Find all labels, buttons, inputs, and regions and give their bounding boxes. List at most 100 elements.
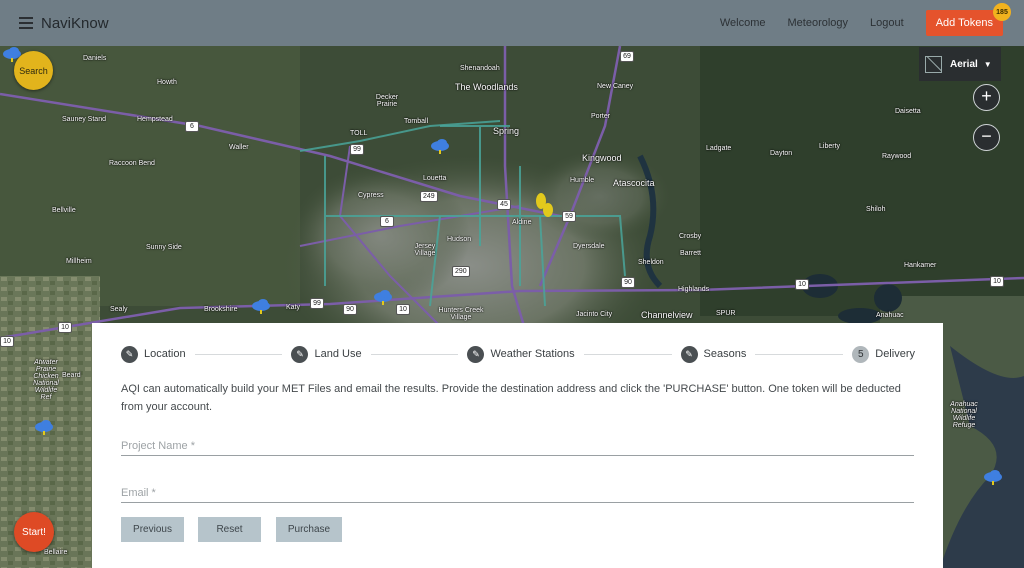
start-button[interactable]: Start!: [14, 512, 54, 552]
map-label: Katy: [286, 304, 301, 311]
weather-station-cloud-icon[interactable]: [34, 419, 54, 435]
layers-icon: [925, 55, 942, 73]
pencil-icon: ✎: [467, 345, 485, 363]
map-label: Bellaire: [44, 549, 68, 556]
map-label: Anahuac: [876, 312, 904, 319]
menu-icon[interactable]: [19, 17, 33, 29]
step-connector: [194, 353, 283, 355]
map-label: Highlands: [678, 286, 710, 293]
add-tokens-button[interactable]: Add Tokens 185: [925, 3, 1011, 36]
add-tokens-label: Add Tokens: [935, 17, 993, 29]
map-label: Decker Prairie: [375, 94, 399, 108]
pencil-icon: ✎: [291, 345, 309, 363]
map-label: Hudson: [447, 236, 472, 243]
email-placeholder: Email *: [121, 487, 156, 499]
map-label: Humble: [570, 177, 595, 184]
weather-station-cloud-icon[interactable]: [251, 298, 271, 314]
map-label: Hunters Creek Village: [438, 307, 484, 321]
map-label: Shenandoah: [460, 65, 500, 72]
map-label: Porter: [591, 113, 611, 120]
step-label: Land Use: [314, 348, 362, 360]
previous-button[interactable]: Previous: [121, 517, 184, 542]
highway-shield: 69: [620, 51, 634, 62]
map-label: Liberty: [819, 143, 841, 150]
map-label: Aldine: [512, 219, 532, 226]
top-nav: Welcome Meteorology Logout Add Tokens 18…: [720, 0, 1024, 46]
pencil-icon: ✎: [680, 345, 698, 363]
map-label: Sheldon: [638, 259, 664, 266]
pencil-icon: ✎: [121, 345, 138, 363]
map-label: Shiloh: [866, 206, 886, 213]
map-label: Brookshire: [204, 306, 238, 313]
map-label: Louetta: [423, 175, 447, 182]
step-weather-stations[interactable]: ✎ Weather Stations: [467, 345, 575, 363]
step-label: Location: [144, 348, 186, 360]
map-label: Crosby: [679, 233, 702, 240]
nav-meteorology-link[interactable]: Meteorology: [788, 17, 849, 29]
purchase-button[interactable]: Purchase: [276, 517, 342, 542]
map-label: The Woodlands: [455, 82, 518, 92]
zoom-in-button[interactable]: +: [973, 84, 1000, 111]
highway-shield: 10: [396, 304, 410, 315]
map-label: Jacinto City: [576, 311, 613, 318]
email-field[interactable]: Email *: [121, 481, 914, 503]
search-button[interactable]: Search: [14, 51, 53, 90]
map-label: Hankamer: [904, 262, 937, 269]
step-location[interactable]: ✎ Location: [121, 345, 186, 363]
highway-shield: 249: [420, 191, 438, 202]
step-label: Weather Stations: [490, 348, 575, 360]
reset-button[interactable]: Reset: [198, 517, 261, 542]
top-app-bar: NaviKnow Welcome Meteorology Logout Add …: [0, 0, 1024, 46]
map-label: Waller: [229, 144, 249, 151]
map-label: Dyersdale: [573, 243, 605, 250]
map-label: Raccoon Bend: [109, 160, 155, 167]
highway-shield: 45: [497, 199, 511, 210]
map-label: Tomball: [404, 118, 429, 125]
highway-shield: 10: [58, 322, 72, 333]
zoom-out-button[interactable]: −: [973, 124, 1000, 151]
map-label: New Caney: [597, 83, 634, 90]
basemap-selector[interactable]: Aerial ▼: [919, 47, 1001, 81]
highway-shield: 290: [452, 266, 470, 277]
step-number: 5: [852, 345, 870, 363]
map-label: Cypress: [358, 192, 384, 199]
nav-logout-link[interactable]: Logout: [870, 17, 904, 29]
project-name-field[interactable]: Project Name *: [121, 434, 914, 456]
highway-shield: 6: [185, 121, 199, 132]
step-delivery[interactable]: 5 Delivery: [852, 345, 915, 363]
step-land-use[interactable]: ✎ Land Use: [291, 345, 362, 363]
brand-title: NaviKnow: [41, 14, 109, 32]
map-label: Channelview: [641, 310, 693, 320]
basemap-label: Aerial: [950, 58, 978, 70]
delivery-description: AQI can automatically build your MET Fil…: [121, 383, 901, 413]
highway-shield: 90: [343, 304, 357, 315]
step-label: Seasons: [703, 348, 747, 360]
weather-station-cloud-icon[interactable]: [983, 469, 1003, 485]
map-label: Sealy: [110, 306, 128, 313]
weather-station-cloud-icon[interactable]: [373, 289, 393, 305]
step-seasons[interactable]: ✎ Seasons: [680, 345, 747, 363]
map-label: Spring: [493, 126, 520, 136]
map-label: Bellville: [52, 207, 76, 214]
highway-shield: 90: [621, 277, 635, 288]
map-label: Jersey Village: [414, 243, 436, 257]
map-label: Sauney Stand: [62, 116, 106, 123]
map-label: SPUR: [716, 310, 736, 317]
project-name-placeholder: Project Name *: [121, 440, 195, 452]
highway-shield: 10: [0, 336, 14, 347]
chevron-down-icon: ▼: [983, 59, 992, 69]
token-count-badge: 185: [993, 3, 1011, 21]
nav-welcome-link[interactable]: Welcome: [720, 17, 766, 29]
map-label: Millheim: [66, 258, 92, 265]
map-label: Atwater Prairie Chicken National Wildlif…: [33, 359, 59, 401]
map-label: TOLL: [350, 130, 368, 137]
map-label: Hempstead: [137, 116, 173, 123]
map-label: Dayton: [770, 150, 793, 157]
map-label: Beard: [62, 372, 81, 379]
map-label: Barrett: [680, 250, 702, 257]
map-label: Raywood: [882, 153, 912, 160]
step-connector: [755, 353, 844, 355]
met-file-wizard-panel: ✎ Location ✎ Land Use ✎ Weather Stations…: [92, 323, 943, 568]
weather-station-cloud-icon[interactable]: [430, 138, 450, 154]
map-label: Daisetta: [895, 108, 921, 115]
